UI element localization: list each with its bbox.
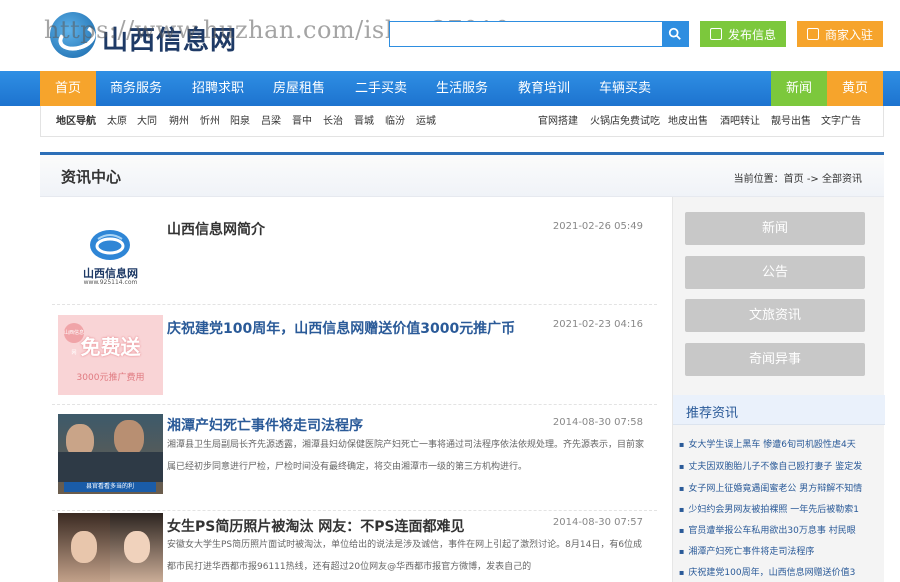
page-title: 资讯中心 xyxy=(61,168,122,186)
article-title[interactable]: 山西信息网简介 xyxy=(167,219,265,239)
quick-link[interactable]: 靓号出售 xyxy=(771,106,811,137)
region-link[interactable]: 晋中 xyxy=(292,106,312,137)
region-link[interactable]: 忻州 xyxy=(200,106,220,137)
article-thumbnail[interactable]: 县官看看多当的利 xyxy=(58,414,163,494)
logo-url-caption: www.925114.com xyxy=(83,279,138,286)
article-item[interactable]: 山西信息网 免费送 3000元推广费用 庆祝建党100周年，山西信息网赠送价值3… xyxy=(52,305,657,405)
nav-item-business[interactable]: 商务服务 xyxy=(100,71,172,106)
sidebar: 新闻 公告 文旅资讯 奇闻异事 推荐资讯 女大学生误上黑车 惨遭6旬司机殴性虐4… xyxy=(672,197,885,582)
article-summary: 安徽女大学生PS简历照片面试时被淘汰，单位给出的说法是涉及诚信，事件在网上引起了… xyxy=(167,540,643,572)
search-input[interactable] xyxy=(390,22,662,46)
nav-item-yellowpages[interactable]: 黄页 xyxy=(827,71,883,106)
news-center-header: 资讯中心 当前位置：首页 -> 全部资讯 xyxy=(40,155,884,197)
quick-link[interactable]: 地皮出售 xyxy=(668,106,708,137)
quick-link[interactable]: 官网搭建 xyxy=(538,106,578,137)
region-link[interactable]: 临汾 xyxy=(385,106,405,137)
article-item[interactable]: 县官看看多当的利 湘潭产妇死亡事件将走司法程序 2014-08-30 07:58… xyxy=(52,405,657,511)
person-face-shape xyxy=(71,531,97,563)
post-info-label: 发布信息 xyxy=(727,27,776,42)
person-face-shape xyxy=(124,531,150,563)
edit-icon xyxy=(709,28,722,40)
recommended-title: 推荐资讯 xyxy=(686,406,739,421)
recommended-header: 推荐资讯 xyxy=(673,395,885,425)
article-title[interactable]: 湘潭产妇死亡事件将走司法程序 xyxy=(167,415,363,435)
recommended-item[interactable]: 官员遭举报公车私用欲出30万息事 村民眼 xyxy=(679,523,879,536)
nav-item-jobs[interactable]: 招聘求职 xyxy=(182,71,254,106)
region-link[interactable]: 大同 xyxy=(137,106,157,137)
site-logo[interactable]: 山西信息网 xyxy=(50,12,240,60)
region-link[interactable]: 长治 xyxy=(323,106,343,137)
person-face-shape xyxy=(114,420,144,456)
recommended-item[interactable]: 少妇约会男网友被拍裸照 一年先后被勒索1 xyxy=(679,502,879,515)
merchant-join-button[interactable]: 商家入驻 xyxy=(797,21,883,47)
nav-item-news[interactable]: 新闻 xyxy=(771,71,827,106)
region-link[interactable]: 运城 xyxy=(416,106,436,137)
sidebar-button-news[interactable]: 新闻 xyxy=(685,212,865,245)
article-summary: 湘潭县卫生局副局长齐先源透露，湘潭县妇幼保健医院产妇死亡一事将通过司法程序依法依… xyxy=(167,440,645,472)
region-nav: 地区导航 太原 大同 朔州 忻州 阳泉 吕梁 晋中 长治 晋城 临汾 运城 官网… xyxy=(40,106,884,137)
merchant-join-label: 商家入驻 xyxy=(824,27,873,42)
region-link[interactable]: 朔州 xyxy=(169,106,189,137)
logo-emblem-icon xyxy=(50,12,96,58)
recommended-item[interactable]: 女大学生误上黑车 惨遭6旬司机殴性虐4天 xyxy=(679,437,879,450)
quick-link[interactable]: 酒吧转让 xyxy=(720,106,760,137)
sidebar-button-culture[interactable]: 文旅资讯 xyxy=(685,299,865,332)
main-nav: 首页 商务服务 招聘求职 房屋租售 二手买卖 生活服务 教育培训 车辆买卖 新闻… xyxy=(0,71,900,106)
tv-caption: 县官看看多当的利 xyxy=(64,482,156,492)
search-button[interactable] xyxy=(662,22,688,46)
person-body-shape xyxy=(58,452,163,482)
logo-text: 山西信息网 xyxy=(102,26,238,56)
search-box xyxy=(389,21,689,47)
article-date: 2021-02-26 05:49 xyxy=(552,221,643,232)
nav-item-education[interactable]: 教育培训 xyxy=(508,71,580,106)
article-date: 2014-08-30 07:57 xyxy=(552,517,643,528)
region-nav-label: 地区导航 xyxy=(56,116,96,127)
article-item[interactable]: 山西信息网 www.925114.com 山西信息网简介 2021-02-26 … xyxy=(52,203,657,305)
user-card-icon xyxy=(806,28,819,40)
region-link[interactable]: 阳泉 xyxy=(230,106,250,137)
article-thumbnail[interactable]: 山西信息网 免费送 3000元推广费用 xyxy=(58,315,163,395)
site-header: 山西信息网 https://www.huzhan.com/ishop27010 … xyxy=(0,0,900,71)
search-icon xyxy=(668,27,681,40)
quick-link[interactable]: 文字广告 xyxy=(821,106,861,137)
nav-item-home[interactable]: 首页 xyxy=(40,71,96,106)
article-date: 2021-02-23 04:16 xyxy=(552,319,643,330)
article-title[interactable]: 庆祝建党100周年，山西信息网赠送价值3000元推广币 xyxy=(167,318,515,338)
region-link[interactable]: 晋城 xyxy=(354,106,374,137)
article-title[interactable]: 女生PS简历照片被淘汰 网友：不PS连面都难见 xyxy=(167,516,465,536)
article-thumbnail[interactable]: 山西信息网 www.925114.com xyxy=(58,215,163,295)
nav-item-life[interactable]: 生活服务 xyxy=(426,71,498,106)
breadcrumb: 当前位置：首页 -> 全部资讯 xyxy=(733,174,862,185)
nav-item-secondhand[interactable]: 二手买卖 xyxy=(345,71,417,106)
article-date: 2014-08-30 07:58 xyxy=(552,417,643,428)
post-info-button[interactable]: 发布信息 xyxy=(700,21,786,47)
promo-sub-text: 3000元推广费用 xyxy=(76,373,145,383)
sidebar-button-oddities[interactable]: 奇闻异事 xyxy=(685,343,865,376)
sidebar-button-notice[interactable]: 公告 xyxy=(685,256,865,289)
quick-link[interactable]: 火锅店免费试吃 xyxy=(590,106,660,137)
region-link[interactable]: 吕梁 xyxy=(261,106,281,137)
nav-item-vehicles[interactable]: 车辆买卖 xyxy=(589,71,661,106)
article-item[interactable]: 女生PS简历照片被淘汰 网友：不PS连面都难见 2014-08-30 07:57… xyxy=(52,511,657,582)
region-link[interactable]: 太原 xyxy=(107,106,127,137)
promo-main-text: 免费送 xyxy=(80,335,141,359)
nav-item-housing[interactable]: 房屋租售 xyxy=(263,71,335,106)
recommended-item[interactable]: 湘潭产妇死亡事件将走司法程序 xyxy=(679,544,879,557)
article-thumbnail[interactable] xyxy=(58,513,163,582)
recommended-item[interactable]: 丈夫因双胞胎儿子不像自己殴打妻子 鉴定发 xyxy=(679,459,879,472)
news-center: 资讯中心 当前位置：首页 -> 全部资讯 山西信息网 www.925114.co… xyxy=(40,152,885,582)
recommended-item[interactable]: 庆祝建党100周年，山西信息网赠送价值3 xyxy=(679,565,879,578)
recommended-item[interactable]: 女子网上征婚竟遇闺蜜老公 男方辩解不知情 xyxy=(679,481,879,494)
